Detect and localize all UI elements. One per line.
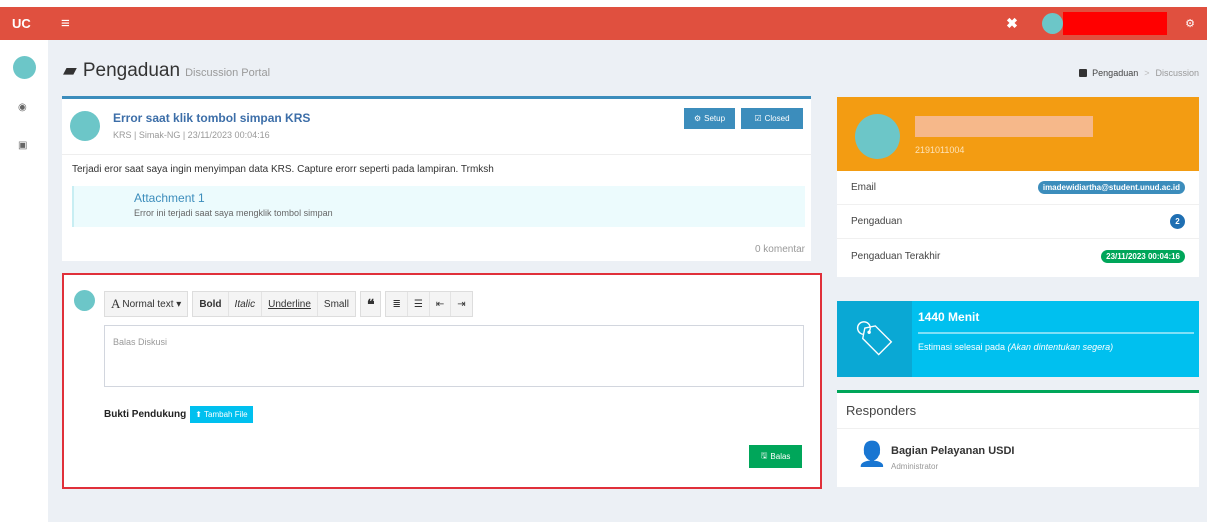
add-file-button[interactable]: ⬆ Tambah File bbox=[190, 406, 253, 423]
id-card-icon[interactable]: ▣ bbox=[18, 140, 27, 151]
responders-box: Responders 👤 Bagian Pelayanan USDI Admin… bbox=[837, 390, 1199, 487]
ticket-description: Terjadi eror saat saya ingin menyimpan d… bbox=[72, 164, 494, 175]
reply-box: A Normal text ▾ Bold Italic Underline Sma… bbox=[62, 273, 822, 489]
breadcrumb-icon bbox=[1079, 69, 1088, 77]
indent-icon[interactable]: ⇥ bbox=[451, 292, 471, 316]
normal-text-dropdown[interactable]: A Normal text ▾ bbox=[105, 292, 187, 316]
reply-textarea[interactable]: Balas Diskusi bbox=[104, 325, 804, 387]
pengaduan-terakhir-row: Pengaduan Terakhir 23/11/2023 00:04:16 bbox=[837, 239, 1199, 273]
closed-button[interactable]: ☑ Closed bbox=[741, 108, 803, 129]
page-title-text: Pengaduan bbox=[82, 60, 181, 81]
settings-gears-icon[interactable]: ⚙ bbox=[1185, 17, 1195, 30]
bukti-label: Bukti Pendukung bbox=[104, 409, 187, 420]
estimate-text: Estimasi selesai pada (Akan dintentukan … bbox=[918, 342, 1114, 352]
redacted-username[interactable] bbox=[1063, 12, 1168, 35]
underline-button[interactable]: Underline bbox=[262, 292, 318, 316]
breadcrumb: Pengaduan > Discussion bbox=[1079, 68, 1199, 78]
estimate-info-box: 🏷 1440 Menit Estimasi selesai pada (Akan… bbox=[837, 301, 1199, 377]
book-icon: ▰ bbox=[63, 60, 77, 80]
bukti-row: Bukti Pendukung ⬆ Tambah File bbox=[104, 406, 253, 423]
email-badge: imadewidiartha@student.unud.ac.id bbox=[1037, 181, 1185, 194]
small-button[interactable]: Small bbox=[318, 292, 355, 316]
main-content: ▰ Pengaduan Discussion Portal Pengaduan … bbox=[48, 40, 1207, 522]
responder-role: Administrator bbox=[891, 462, 939, 471]
comment-count: 0 komentar bbox=[754, 244, 805, 255]
menu-toggle-icon[interactable]: ≡ bbox=[61, 15, 70, 32]
breadcrumb-discussion: Discussion bbox=[1155, 68, 1199, 78]
ticket-title: Error saat klik tombol simpan KRS bbox=[113, 111, 311, 125]
page-title: ▰ Pengaduan Discussion Portal bbox=[63, 60, 270, 82]
top-navbar: UC ≡ ✖ ⚙ bbox=[0, 7, 1207, 40]
pengaduan-row: Pengaduan 2 bbox=[837, 205, 1199, 239]
sidebar: ◉ ▣ bbox=[0, 40, 48, 522]
profile-avatar bbox=[855, 114, 900, 159]
responder-name: Bagian Pelayanan USDI bbox=[891, 445, 1015, 457]
estimate-title: 1440 Menit bbox=[918, 310, 980, 324]
ticket-avatar bbox=[70, 111, 100, 141]
responder-avatar-icon: 👤 bbox=[857, 441, 887, 468]
ticket-meta: KRS | Simak-NG | 23/11/2023 00:04:16 bbox=[113, 130, 270, 140]
italic-button[interactable]: Italic bbox=[229, 292, 263, 316]
bold-button[interactable]: Bold bbox=[193, 292, 229, 316]
dashboard-icon[interactable]: ◉ bbox=[18, 102, 27, 113]
email-row: Email imadewidiartha@student.unud.ac.id bbox=[837, 171, 1199, 205]
outdent-icon[interactable]: ⇤ bbox=[430, 292, 452, 316]
tools-icon[interactable]: ✖ bbox=[1006, 15, 1026, 32]
pengaduan-count-badge: 2 bbox=[1170, 214, 1185, 229]
page-subtitle: Discussion Portal bbox=[185, 67, 271, 79]
reply-button[interactable]: 🖫 Balas bbox=[749, 445, 802, 468]
unordered-list-icon[interactable]: ☰ bbox=[408, 292, 430, 316]
user-avatar[interactable] bbox=[1042, 13, 1064, 34]
sidebar-avatar[interactable] bbox=[13, 56, 36, 79]
redacted-profile-name bbox=[915, 116, 1093, 137]
attachment-item[interactable]: Attachment 1 Error ini terjadi saat saya… bbox=[72, 186, 805, 227]
profile-card: 2191011004 Email imadewidiartha@student.… bbox=[837, 97, 1199, 277]
setup-button[interactable]: ⚙ Setup bbox=[684, 108, 735, 129]
attachment-title[interactable]: Attachment 1 bbox=[134, 191, 205, 205]
attachment-description: Error ini terjadi saat saya mengklik tom… bbox=[134, 208, 333, 218]
profile-id: 2191011004 bbox=[915, 145, 965, 155]
progress-bar bbox=[918, 332, 1194, 334]
last-complaint-badge: 23/11/2023 00:04:16 bbox=[1101, 249, 1185, 263]
ticket-box: Error saat klik tombol simpan KRS KRS | … bbox=[62, 96, 811, 261]
reply-avatar bbox=[74, 290, 95, 311]
profile-header: 2191011004 bbox=[837, 97, 1199, 171]
breadcrumb-pengaduan[interactable]: Pengaduan bbox=[1092, 68, 1138, 78]
responders-title: Responders bbox=[846, 403, 917, 418]
editor-toolbar: A Normal text ▾ Bold Italic Underline Sma… bbox=[104, 291, 477, 317]
tags-icon: 🏷 bbox=[837, 301, 912, 377]
quote-icon[interactable]: ❝ bbox=[361, 292, 381, 316]
app-logo[interactable]: UC bbox=[12, 16, 56, 31]
ordered-list-icon[interactable]: ≣ bbox=[386, 292, 408, 316]
